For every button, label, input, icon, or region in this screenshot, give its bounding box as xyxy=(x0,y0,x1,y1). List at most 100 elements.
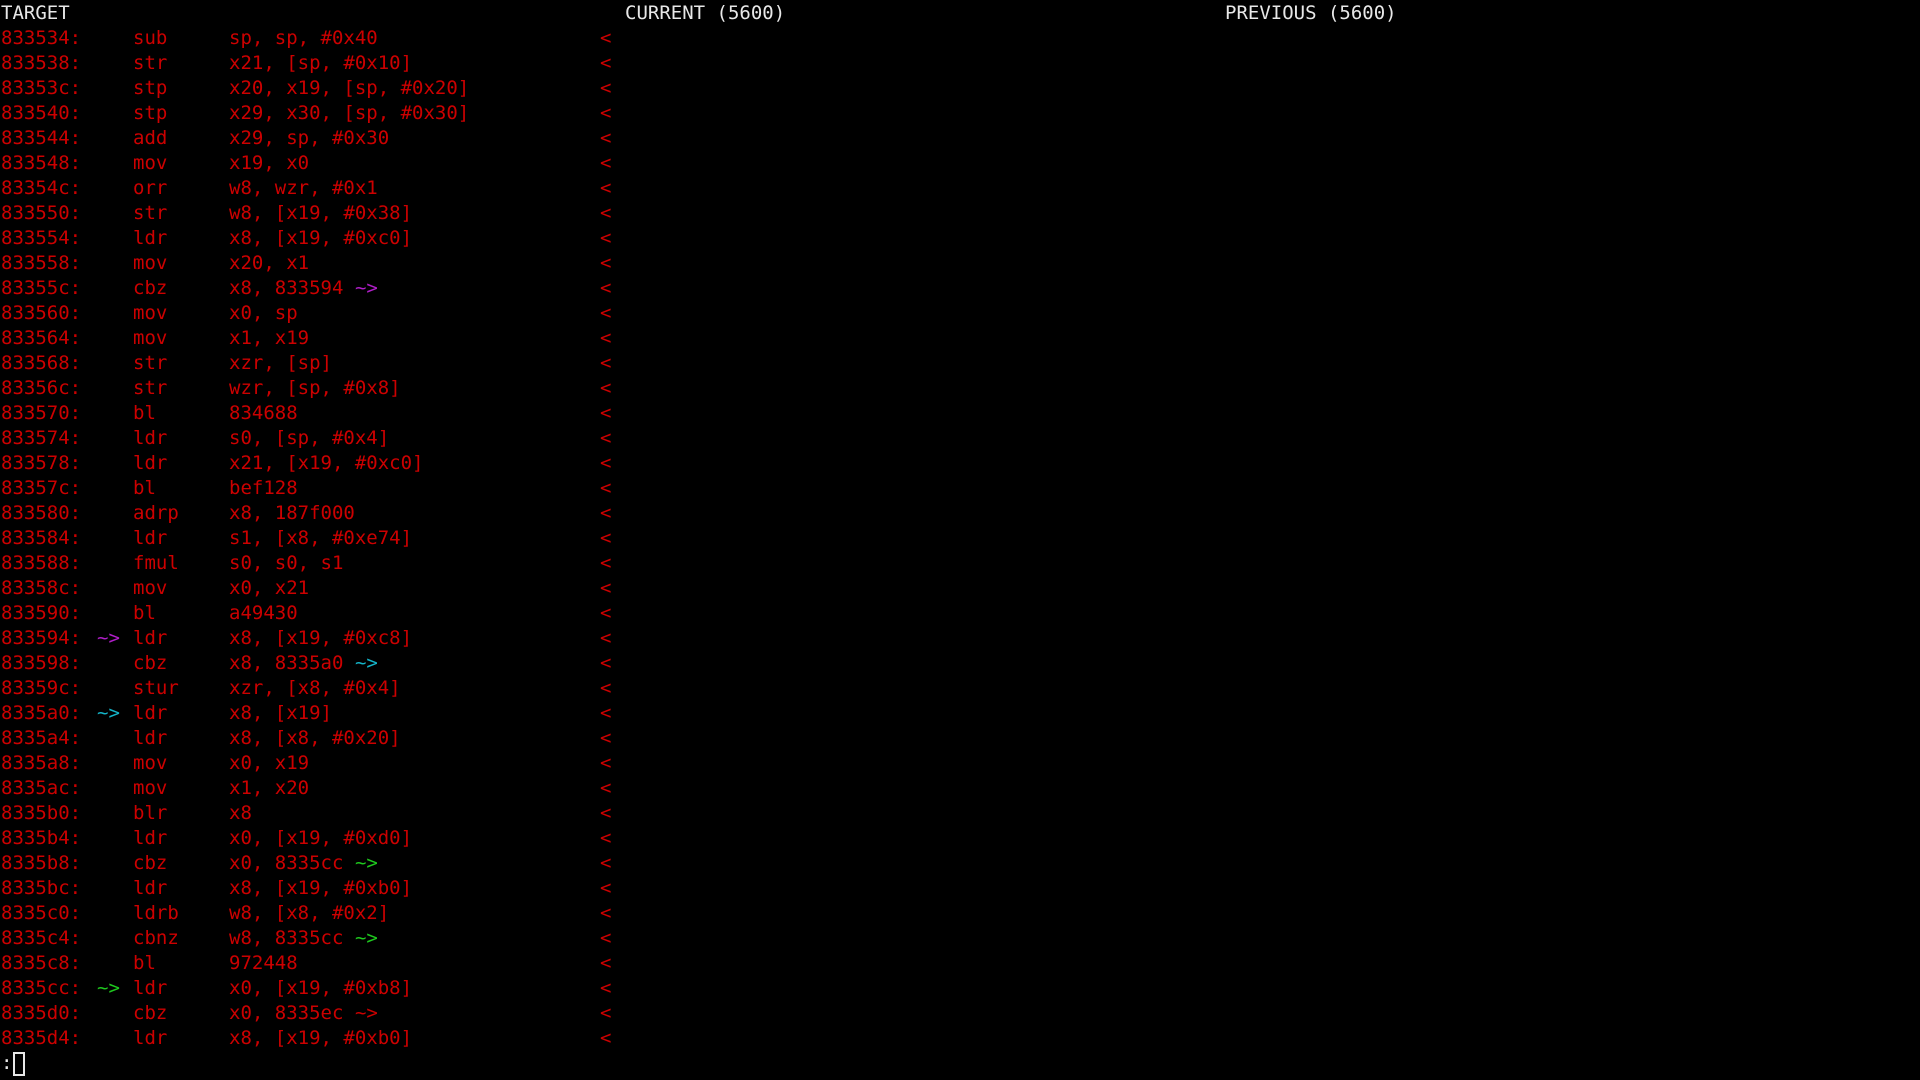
branch-target-arrow: ~> xyxy=(97,702,120,724)
instruction-address: 833560: xyxy=(1,302,82,324)
diff-marker: < xyxy=(600,452,612,474)
instruction-operands: s1, [x8, #0xe74] xyxy=(229,527,413,549)
instruction-row: 833544: add x29, sp, #0x30 < xyxy=(0,126,640,151)
diff-marker: < xyxy=(600,677,612,699)
diff-marker: < xyxy=(600,177,612,199)
instruction-operands: x8, [x19] xyxy=(229,702,332,724)
instruction-address: 833568: xyxy=(1,352,82,374)
instruction-operands: x8, [x19, #0xb0] xyxy=(229,1027,413,1049)
instruction-address: 83357c: xyxy=(1,477,82,499)
instruction-mnemonic: bl xyxy=(133,402,156,424)
instruction-operands: s0, s0, s1 xyxy=(229,552,344,574)
instruction-address: 8335c0: xyxy=(1,902,82,924)
diff-marker: < xyxy=(600,327,612,349)
instruction-operands: x8 xyxy=(229,802,252,824)
instruction-mnemonic: mov xyxy=(133,327,168,349)
instruction-mnemonic: ldr xyxy=(133,227,168,249)
instruction-row: 8335ac: mov x1, x20 < xyxy=(0,776,640,801)
instruction-address: 833540: xyxy=(1,102,82,124)
instruction-operands: sp, sp, #0x40 xyxy=(229,27,378,49)
instruction-row: 833590: bl a49430 < xyxy=(0,601,640,626)
instruction-mnemonic: cbz xyxy=(133,652,168,674)
target-disassembly-listing: 833534: sub sp, sp, #0x40 <833538: str x21, [… xyxy=(0,26,640,1051)
diff-marker: < xyxy=(600,52,612,74)
instruction-mnemonic: ldr xyxy=(133,702,168,724)
instruction-row: 833538: str x21, [sp, #0x10] < xyxy=(0,51,640,76)
diff-marker: < xyxy=(600,377,612,399)
diff-marker: < xyxy=(600,1027,612,1049)
instruction-mnemonic: str xyxy=(133,377,168,399)
instruction-address: 833548: xyxy=(1,152,82,174)
instruction-row: 8335b4: ldr x0, [x19, #0xd0] < xyxy=(0,826,640,851)
instruction-operands: x29, x30, [sp, #0x30] xyxy=(229,102,470,124)
instruction-operands: x21, [x19, #0xc0] xyxy=(229,452,424,474)
instruction-row: 833574: ldr s0, [sp, #0x4] < xyxy=(0,426,640,451)
diff-marker: < xyxy=(600,427,612,449)
instruction-address: 8335b0: xyxy=(1,802,82,824)
command-prompt[interactable]: : xyxy=(1,1051,12,1076)
instruction-address: 833534: xyxy=(1,27,82,49)
instruction-operands: x1, x19 xyxy=(229,327,310,349)
instruction-mnemonic: fmul xyxy=(133,552,179,574)
diff-marker: < xyxy=(600,502,612,524)
instruction-address: 833584: xyxy=(1,527,82,549)
instruction-operands: x8, [x8, #0x20] xyxy=(229,727,401,749)
text-cursor xyxy=(13,1052,25,1076)
instruction-address: 833594: xyxy=(1,627,82,649)
branch-source-arrow: ~> xyxy=(343,652,378,674)
instruction-row: 833588: fmul s0, s0, s1 < xyxy=(0,551,640,576)
instruction-operands: x19, x0 xyxy=(229,152,310,174)
instruction-address: 833538: xyxy=(1,52,82,74)
instruction-row: 8335d0: cbz x0, 8335ec ~> < xyxy=(0,1001,640,1026)
diff-marker: < xyxy=(600,352,612,374)
instruction-mnemonic: stp xyxy=(133,102,168,124)
instruction-mnemonic: blr xyxy=(133,802,168,824)
diff-marker: < xyxy=(600,727,612,749)
diff-marker: < xyxy=(600,102,612,124)
instruction-mnemonic: mov xyxy=(133,577,168,599)
instruction-row: 833594: ~> ldr x8, [x19, #0xc8] < xyxy=(0,626,640,651)
instruction-operands: x0, [x19, #0xb8] xyxy=(229,977,413,999)
diff-marker: < xyxy=(600,202,612,224)
diff-marker: < xyxy=(600,277,612,299)
instruction-operands: 834688 xyxy=(229,402,298,424)
diff-marker: < xyxy=(600,127,612,149)
instruction-mnemonic: mov xyxy=(133,152,168,174)
instruction-address: 8335c4: xyxy=(1,927,82,949)
instruction-row: 8335cc: ~> ldr x0, [x19, #0xb8] < xyxy=(0,976,640,1001)
instruction-mnemonic: str xyxy=(133,202,168,224)
branch-source-arrow: ~> xyxy=(343,927,378,949)
instruction-row: 83359c: stur xzr, [x8, #0x4] < xyxy=(0,676,640,701)
instruction-mnemonic: ldr xyxy=(133,527,168,549)
instruction-address: 8335a8: xyxy=(1,752,82,774)
diff-marker: < xyxy=(600,802,612,824)
instruction-operands: bef128 xyxy=(229,477,298,499)
branch-source-arrow: ~> xyxy=(343,852,378,874)
instruction-address: 8335cc: xyxy=(1,977,82,999)
instruction-operands: s0, [sp, #0x4] xyxy=(229,427,390,449)
instruction-operands: wzr, [sp, #0x8] xyxy=(229,377,401,399)
instruction-mnemonic: ldr xyxy=(133,427,168,449)
diff-marker: < xyxy=(600,1002,612,1024)
instruction-row: 83356c: str wzr, [sp, #0x8] < xyxy=(0,376,640,401)
instruction-mnemonic: mov xyxy=(133,777,168,799)
diff-marker: < xyxy=(600,927,612,949)
instruction-operands: x0, sp xyxy=(229,302,298,324)
instruction-mnemonic: ldr xyxy=(133,727,168,749)
instruction-address: 8335d4: xyxy=(1,1027,82,1049)
diff-marker: < xyxy=(600,652,612,674)
diff-marker: < xyxy=(600,952,612,974)
instruction-mnemonic: mov xyxy=(133,252,168,274)
instruction-row: 8335b8: cbz x0, 8335cc ~> < xyxy=(0,851,640,876)
instruction-mnemonic: ldr xyxy=(133,627,168,649)
instruction-row: 833564: mov x1, x19 < xyxy=(0,326,640,351)
instruction-address: 833574: xyxy=(1,427,82,449)
target-column-header: TARGET xyxy=(1,2,70,24)
diff-marker: < xyxy=(600,227,612,249)
instruction-address: 83354c: xyxy=(1,177,82,199)
instruction-row: 8335c0: ldrb w8, [x8, #0x2] < xyxy=(0,901,640,926)
instruction-operands: x0, [x19, #0xd0] xyxy=(229,827,413,849)
instruction-mnemonic: cbnz xyxy=(133,927,179,949)
diff-marker: < xyxy=(600,827,612,849)
instruction-mnemonic: cbz xyxy=(133,277,168,299)
